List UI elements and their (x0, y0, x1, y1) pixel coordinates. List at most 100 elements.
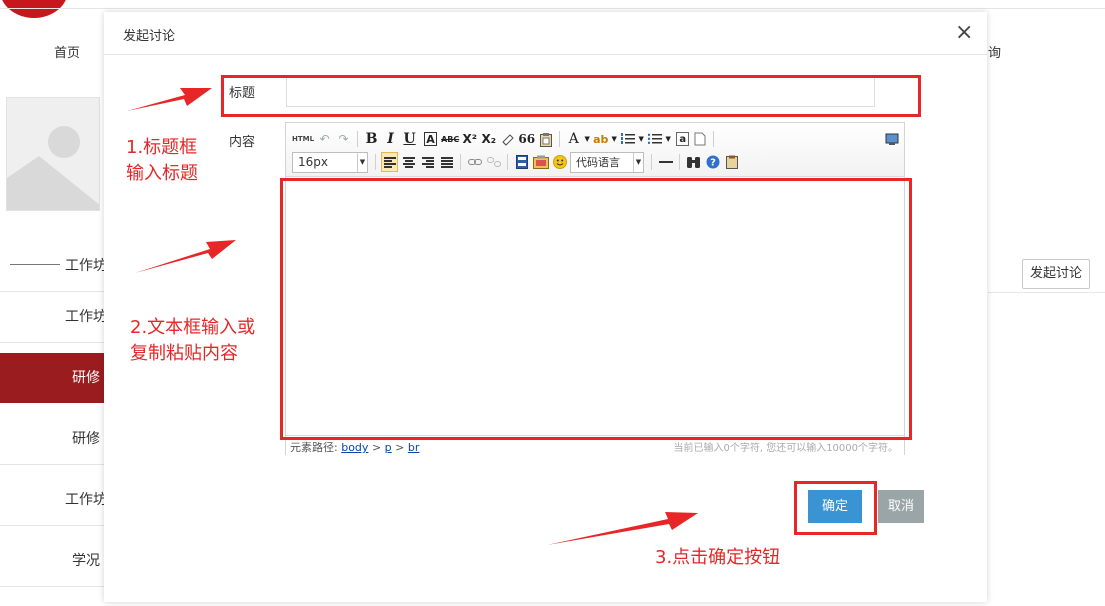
code-language-select[interactable]: 代码语言 ▼ (570, 151, 644, 173)
character-count: 当前已输入0个字符, 您还可以输入10000个字符。 (673, 443, 898, 454)
start-discussion-button[interactable]: 发起讨论 (1022, 259, 1090, 289)
element-path-label: 元素路径: (290, 441, 338, 454)
sidebar-item-active[interactable]: 研修 (0, 353, 106, 403)
page-break-icon[interactable] (691, 129, 708, 149)
horizontal-rule-icon[interactable] (657, 152, 674, 172)
align-justify-button[interactable] (438, 152, 455, 172)
align-right-button[interactable] (419, 152, 436, 172)
toolbar-separator (713, 131, 715, 147)
sidebar-item-label: 学况 (72, 553, 100, 569)
font-size-select[interactable]: 16px ▼ (292, 151, 368, 173)
insert-table-icon[interactable] (513, 152, 530, 172)
nav-item-fragment[interactable]: 询 (988, 42, 1001, 61)
blockquote-button[interactable]: 66 (518, 129, 535, 149)
toolbar-separator (375, 154, 376, 170)
highlight-dropdown-icon[interactable]: ▼ (611, 129, 617, 149)
toolbar-separator (651, 154, 652, 170)
sidebar-item[interactable]: 研修 (0, 414, 106, 464)
subscript-button[interactable]: X₂ (480, 129, 497, 149)
unordered-list-icon[interactable] (646, 129, 663, 149)
image-placeholder-icon (7, 98, 99, 210)
toolbar-separator (507, 154, 508, 170)
sidebar-item-label: 工作坊 (65, 492, 106, 508)
underline-button[interactable]: U (401, 129, 418, 149)
site-logo (0, 0, 68, 18)
toolbar-separator (357, 131, 359, 147)
font-border-button[interactable]: A (424, 132, 438, 146)
sidebar-item[interactable]: 学况 (0, 536, 106, 586)
step1-annotation: 1.标题框 输入标题 (126, 135, 198, 187)
sidebar-item-label: 研修 (72, 370, 100, 386)
sidebar-divider (0, 586, 110, 587)
font-size-value: 16px (298, 155, 328, 169)
emoji-icon[interactable] (551, 152, 568, 172)
paste-plain-icon[interactable] (537, 129, 554, 149)
avatar (6, 97, 100, 211)
drafts-icon[interactable] (723, 152, 740, 172)
cancel-button[interactable]: 取消 (878, 490, 924, 523)
svg-text:?: ? (710, 158, 716, 169)
step2-annotation: 2.文本框输入或 复制粘贴内容 (130, 315, 255, 367)
superscript-button[interactable]: X² (461, 129, 478, 149)
header-divider (0, 8, 1105, 9)
ordered-list-icon[interactable] (619, 129, 636, 149)
strikethrough-button[interactable]: ABC (441, 129, 459, 149)
help-icon[interactable]: ? (704, 152, 721, 172)
sidebar-divider (0, 464, 110, 465)
highlight-color-icon[interactable]: ab (592, 129, 609, 149)
font-color-dropdown-icon[interactable]: ▼ (584, 129, 590, 149)
toolbar-separator (460, 154, 461, 170)
content-divider (988, 292, 1105, 293)
chevron-down-icon: ▼ (633, 152, 643, 172)
step1-line2: 输入标题 (126, 163, 198, 184)
sidebar-item[interactable]: 工作坊 (0, 292, 106, 342)
step2-line1: 2.文本框输入或 (130, 317, 256, 338)
redo-icon[interactable]: ↷ (335, 129, 352, 149)
unordered-list-dropdown-icon[interactable]: ▼ (665, 129, 671, 149)
toolbar-row: HTML ↶ ↷ B I U A ABC X² X₂ 66 A ▼ ab ▼ ▼… (292, 128, 719, 150)
bold-button[interactable]: B (363, 129, 380, 149)
toolbar-separator (559, 131, 561, 147)
section-title: 工作坊 (65, 258, 107, 274)
nav-home-link[interactable]: 首页 (54, 42, 80, 61)
element-path-p-link[interactable]: p (385, 441, 392, 454)
toolbar-separator (679, 154, 680, 170)
element-path-body-link[interactable]: body (341, 441, 368, 454)
link-icon[interactable] (466, 152, 483, 172)
insert-image-icon[interactable] (532, 152, 549, 172)
fullscreen-icon[interactable] (883, 129, 900, 149)
dialog-title: 发起讨论 (123, 29, 176, 44)
element-path: 元素路径: body > p > br (290, 439, 419, 455)
chevron-down-icon: ▼ (357, 152, 367, 172)
align-left-button[interactable] (381, 152, 398, 172)
sidebar-item-label: 工作坊 (65, 309, 106, 325)
font-color-button[interactable]: A (565, 129, 582, 149)
sidebar-item[interactable]: 工作坊 (0, 475, 106, 525)
step3-annotation: 3.点击确定按钮 (655, 547, 781, 568)
html-source-button[interactable]: HTML (292, 129, 314, 149)
element-path-separator: > (371, 441, 382, 454)
close-icon[interactable]: × (955, 22, 973, 44)
align-center-button[interactable] (400, 152, 417, 172)
element-path-separator: > (395, 441, 405, 454)
italic-button[interactable]: I (382, 129, 399, 149)
unlink-icon[interactable] (485, 152, 502, 172)
element-path-br-link[interactable]: br (408, 441, 420, 454)
content-highlight-box (280, 178, 912, 440)
dialog-header-divider (104, 54, 987, 55)
sidebar-divider (0, 342, 110, 343)
code-language-value: 代码语言 (576, 156, 620, 169)
confirm-highlight-box (794, 481, 877, 535)
step2-line2: 复制粘贴内容 (130, 343, 238, 364)
sidebar-divider (0, 525, 110, 526)
title-highlight-box (221, 75, 921, 117)
step1-line1: 1.标题框 (126, 137, 198, 158)
eraser-icon[interactable] (499, 129, 516, 149)
undo-icon[interactable]: ↶ (316, 129, 333, 149)
sidebar-item-label: 研修 (72, 431, 100, 447)
search-replace-icon[interactable] (685, 152, 702, 172)
toolbar-row: 16px ▼ 代码语言 ▼ ? (292, 151, 742, 173)
anchor-button[interactable]: a (676, 132, 690, 146)
section-divider (10, 264, 60, 265)
ordered-list-dropdown-icon[interactable]: ▼ (638, 129, 644, 149)
